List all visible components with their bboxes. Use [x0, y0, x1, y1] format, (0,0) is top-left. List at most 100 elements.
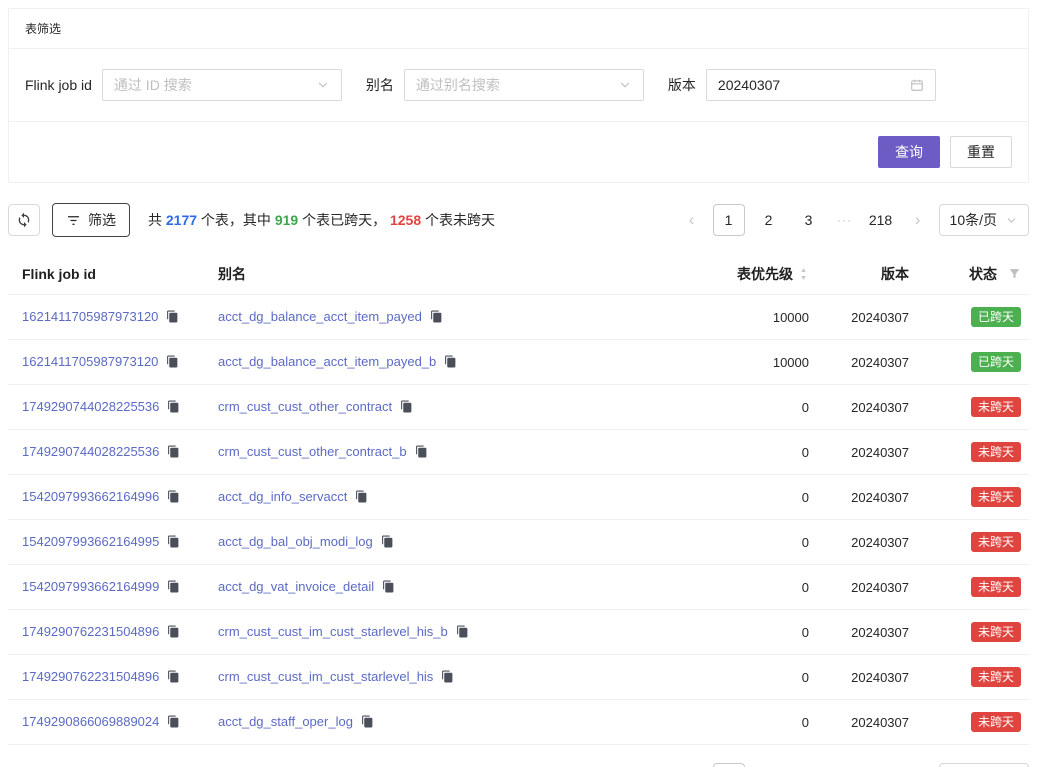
alias-link[interactable]: acct_dg_vat_invoice_detail — [218, 579, 374, 594]
job-id-link[interactable]: 1749290762231504896 — [22, 624, 159, 639]
alias-link[interactable]: crm_cust_cust_im_cust_starlevel_his_b — [218, 624, 448, 639]
priority-value: 0 — [649, 490, 809, 505]
alias-link[interactable]: crm_cust_cust_im_cust_starlevel_his — [218, 669, 433, 684]
job-id-link[interactable]: 1749290744028225536 — [22, 444, 159, 459]
copy-icon[interactable] — [167, 625, 180, 638]
page-button-3[interactable]: 3 — [793, 204, 825, 236]
job-id-link[interactable]: 1542097993662164999 — [22, 579, 159, 594]
table-summary: 共 2177 个表，其中 919 个表已跨天， 1258 个表未跨天 — [148, 210, 495, 230]
page-button-last[interactable]: 218 — [865, 204, 897, 236]
job-id-link[interactable]: 1621411705987973120 — [22, 354, 158, 369]
copy-icon[interactable] — [400, 400, 413, 413]
copy-icon[interactable] — [167, 445, 180, 458]
page-button-last[interactable]: 218 — [865, 763, 897, 767]
job-id-label: Flink job id — [25, 77, 92, 93]
page-button-2[interactable]: 2 — [753, 204, 785, 236]
table-row: 1749290866069889024 acct_dg_staff_oper_l… — [8, 700, 1029, 745]
version-value: 20240307 — [809, 310, 909, 325]
status-badge: 未跨天 — [971, 487, 1021, 507]
copy-icon[interactable] — [415, 445, 428, 458]
status-badge: 未跨天 — [971, 622, 1021, 642]
filter-toggle-button[interactable]: 筛选 — [52, 203, 130, 237]
job-id-link[interactable]: 1749290762231504896 — [22, 669, 159, 684]
alias-link[interactable]: crm_cust_cust_other_contract — [218, 399, 392, 414]
copy-icon[interactable] — [456, 625, 469, 638]
alias-link[interactable]: crm_cust_cust_other_contract_b — [218, 444, 407, 459]
status-badge: 未跨天 — [971, 577, 1021, 597]
copy-icon[interactable] — [444, 355, 457, 368]
status-badge: 未跨天 — [971, 712, 1021, 732]
prev-page-button[interactable]: ‹ — [679, 204, 705, 236]
column-header-job-id: Flink job id — [22, 266, 218, 282]
calendar-icon — [910, 78, 924, 92]
filter-button-label: 筛选 — [88, 210, 116, 230]
job-id-placeholder: 通过 ID 搜索 — [114, 75, 192, 95]
page-size-value: 10条/页 — [950, 210, 997, 230]
status-filter-icon[interactable] — [1008, 267, 1021, 280]
page-button-2[interactable]: 2 — [753, 763, 785, 767]
page-size-select[interactable]: 10条/页 — [939, 204, 1029, 236]
copy-icon[interactable] — [167, 535, 180, 548]
job-id-link[interactable]: 1542097993662164995 — [22, 534, 159, 549]
alias-link[interactable]: acct_dg_balance_acct_item_payed_b — [218, 354, 436, 369]
copy-icon[interactable] — [166, 355, 179, 368]
version-value: 20240307 — [718, 77, 780, 93]
copy-icon[interactable] — [167, 490, 180, 503]
reset-button[interactable]: 重置 — [950, 136, 1012, 168]
filter-lines-icon — [66, 213, 81, 228]
alias-link[interactable]: acct_dg_info_servacct — [218, 489, 347, 504]
page-button-1[interactable]: 1 — [713, 204, 745, 236]
version-value: 20240307 — [809, 535, 909, 550]
job-id-select[interactable]: 通过 ID 搜索 — [102, 69, 342, 101]
version-value: 20240307 — [809, 490, 909, 505]
job-id-link[interactable]: 1749290866069889024 — [22, 714, 159, 729]
copy-icon[interactable] — [361, 715, 374, 728]
alias-link[interactable]: acct_dg_bal_obj_modi_log — [218, 534, 373, 549]
alias-link[interactable]: acct_dg_staff_oper_log — [218, 714, 353, 729]
page-ellipsis[interactable]: ··· — [833, 213, 857, 227]
priority-value: 0 — [649, 625, 809, 640]
refresh-icon — [16, 212, 32, 228]
version-value: 20240307 — [809, 715, 909, 730]
job-id-link[interactable]: 1749290744028225536 — [22, 399, 159, 414]
next-page-button[interactable]: › — [905, 204, 931, 236]
copy-icon[interactable] — [441, 670, 454, 683]
page-button-1[interactable]: 1 — [713, 763, 745, 767]
copy-icon[interactable] — [167, 580, 180, 593]
alias-link[interactable]: acct_dg_balance_acct_item_payed — [218, 309, 422, 324]
priority-value: 0 — [649, 580, 809, 595]
next-page-button[interactable]: › — [905, 763, 931, 767]
table-row: 1749290744028225536 crm_cust_cust_other_… — [8, 430, 1029, 475]
refresh-button[interactable] — [8, 204, 40, 236]
copy-icon[interactable] — [430, 310, 443, 323]
priority-value: 0 — [649, 445, 809, 460]
copy-icon[interactable] — [355, 490, 368, 503]
page-size-select[interactable]: 10条/页 — [939, 763, 1029, 767]
alias-select[interactable]: 通过别名搜索 — [404, 69, 644, 101]
filter-card: 表筛选 Flink job id 通过 ID 搜索 别名 通过别名搜索 版本 — [8, 8, 1029, 183]
sort-icon[interactable] — [798, 267, 809, 281]
summary-mid2: 个表已跨天， — [298, 212, 390, 228]
priority-value: 10000 — [649, 355, 809, 370]
table-body: 1621411705987973120 acct_dg_balance_acct… — [8, 295, 1029, 745]
copy-icon[interactable] — [381, 535, 394, 548]
version-label: 版本 — [668, 75, 696, 95]
version-date-input[interactable]: 20240307 — [706, 69, 936, 101]
query-button[interactable]: 查询 — [878, 136, 940, 168]
copy-icon[interactable] — [166, 310, 179, 323]
summary-suffix: 个表未跨天 — [421, 212, 495, 228]
summary-prefix: 共 — [148, 212, 166, 228]
copy-icon[interactable] — [167, 670, 180, 683]
copy-icon[interactable] — [167, 715, 180, 728]
job-id-link[interactable]: 1542097993662164996 — [22, 489, 159, 504]
filter-card-title: 表筛选 — [9, 9, 1028, 49]
prev-page-button[interactable]: ‹ — [679, 763, 705, 767]
pagination: ‹ 1 2 3 ··· 218 › 10条/页 — [679, 204, 1029, 236]
copy-icon[interactable] — [382, 580, 395, 593]
table-row: 1749290744028225536 crm_cust_cust_other_… — [8, 385, 1029, 430]
filter-actions-row: 查询 重置 — [9, 122, 1028, 182]
job-id-link[interactable]: 1621411705987973120 — [22, 309, 158, 324]
page-button-3[interactable]: 3 — [793, 763, 825, 767]
pagination: ‹ 1 2 3 ··· 218 › 10条/页 — [679, 763, 1029, 767]
copy-icon[interactable] — [167, 400, 180, 413]
